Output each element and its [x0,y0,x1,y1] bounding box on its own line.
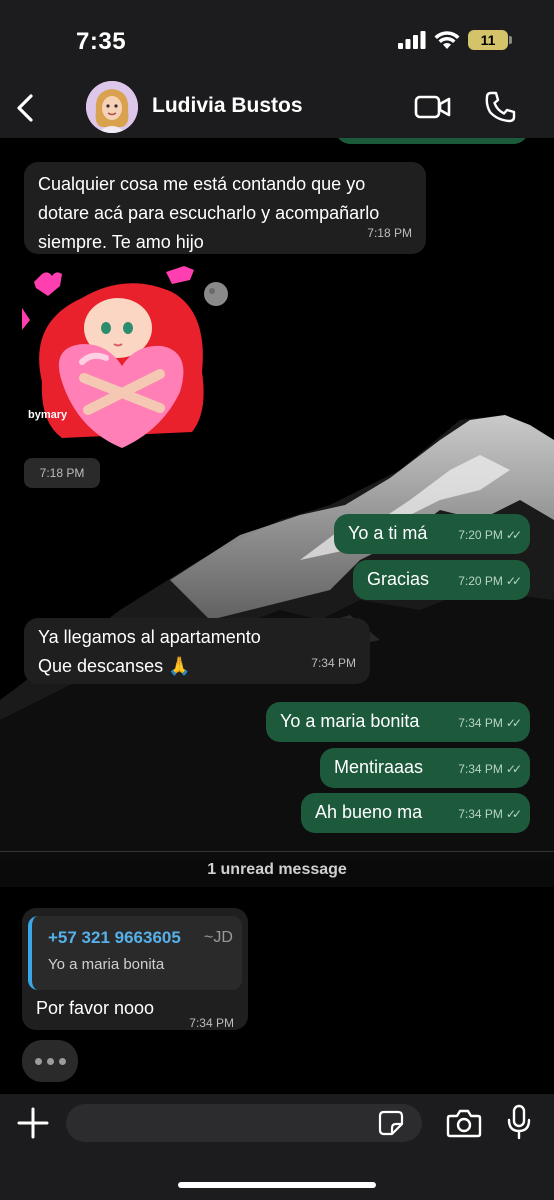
sticker-caption: bymary [28,409,68,421]
status-icons: 11 [398,30,512,50]
read-ticks-icon: ✓✓ [505,762,522,776]
quoted-message[interactable]: +57 321 9663605 ~JD Yo a maria bonita [28,916,242,990]
unread-divider: 1 unread message [0,851,554,887]
home-indicator[interactable] [178,1182,376,1188]
read-ticks-icon: ✓✓ [505,528,522,542]
message-input[interactable] [66,1104,422,1142]
message-time: 7:34 PM [458,807,503,821]
message-time: 7:34 PM [458,762,503,776]
sticker-image[interactable]: bymary [22,262,234,454]
signal-icon [398,31,426,49]
back-chevron-icon [17,94,33,122]
message-time: 7:34 PM [189,1016,234,1030]
message-text: Ah bueno ma [315,802,423,822]
quoted-text: Yo a maria bonita [48,956,165,973]
message-time: 7:18 PM [367,226,412,240]
message-time: 7:20 PM [458,574,503,588]
message-bubble-incoming[interactable]: Ya llegamos al apartamento Que descanses… [24,618,370,684]
message-text: Yo a maria bonita [280,711,420,731]
message-input-bar [0,1094,554,1200]
camera-icon[interactable] [446,1108,482,1138]
chat-header: Ludivia Bustos [0,80,554,138]
message-text: Gracias [367,569,430,589]
battery-icon: 11 [468,30,512,50]
message-text: Por favor nooo [36,998,155,1018]
message-text: Mentiraaas [334,757,424,777]
sticker-icon[interactable] [378,1110,404,1136]
message-bubble-outgoing[interactable]: Mentiraaas 7:34 PM ✓✓ [320,748,530,788]
microphone-icon[interactable] [506,1104,532,1140]
message-bubble-outgoing[interactable]: Gracias 7:20 PM ✓✓ [353,560,530,600]
wifi-icon [434,31,460,49]
message-text-line: Que descanses 🙏 [38,656,191,676]
message-text: Yo a ti má [348,523,428,543]
video-call-icon[interactable] [414,92,452,122]
typing-indicator [22,1040,78,1082]
message-bubble-outgoing[interactable]: Yo a ti má 7:20 PM ✓✓ [334,514,530,554]
message-bubble-outgoing[interactable]: Ah bueno ma 7:34 PM ✓✓ [301,793,530,833]
read-ticks-icon: ✓✓ [505,807,522,821]
message-text-line: Ya llegamos al apartamento [38,627,261,647]
message-text: Cualquier cosa me está contando que yo d… [38,174,380,252]
plus-icon[interactable] [16,1106,50,1140]
message-time: 7:34 PM [311,656,356,670]
read-ticks-icon: ✓✓ [505,574,522,588]
message-time: 7:18 PM [39,465,85,480]
avatar[interactable] [86,81,138,133]
status-bar: 7:35 11 [0,0,554,80]
status-time: 7:35 [76,28,127,55]
message-bubble-incoming[interactable]: Cualquier cosa me está contando que yo d… [24,162,426,254]
back-button[interactable] [10,88,40,128]
phone-icon[interactable] [484,90,516,124]
contact-name[interactable]: Ludivia Bustos [152,94,303,118]
message-bubble-outgoing[interactable]: Yo a maria bonita 7:34 PM ✓✓ [266,702,530,742]
sticker-time-badge: 7:18 PM [24,458,100,488]
message-time: 7:20 PM [458,528,503,542]
quoted-sender-phone: +57 321 9663605 [48,928,181,947]
quoted-sender-alias: ~JD [204,929,233,946]
read-ticks-icon: ✓✓ [505,716,522,730]
message-time: 7:34 PM [458,716,503,730]
